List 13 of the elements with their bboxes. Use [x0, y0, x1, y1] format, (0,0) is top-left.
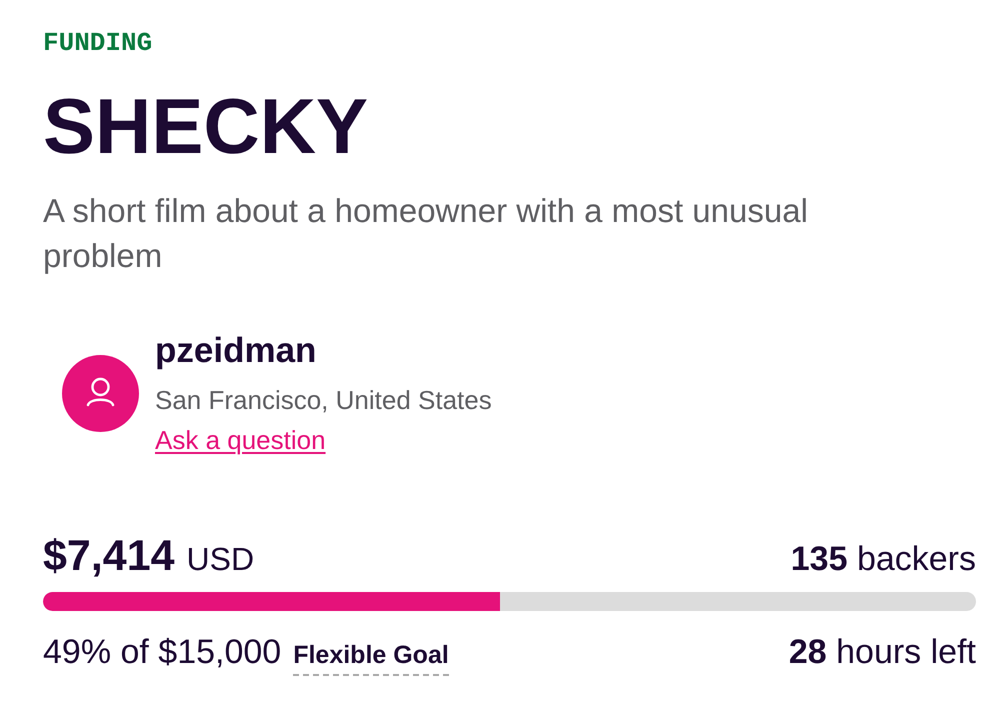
pledged-amount: $7,414 [43, 532, 175, 580]
category-label: FUNDING [43, 28, 152, 58]
backers-count: 135 backers [790, 539, 976, 579]
creator-location: San Francisco, United States [155, 384, 492, 416]
currency-code: USD [186, 540, 254, 579]
creator-name: pzeidman [155, 331, 316, 371]
time-left-text: 28 hours left [788, 632, 976, 672]
user-avatar-icon [62, 355, 139, 432]
ask-question-link[interactable]: Ask a question [155, 424, 326, 456]
goal-progress-text: 49% of $15,000 [43, 632, 282, 672]
flexible-goal-label[interactable]: Flexible Goal [293, 640, 449, 676]
project-description: A short film about a homeowner with a most unusual problem [43, 191, 809, 276]
project-title: SHECKY [43, 87, 368, 165]
